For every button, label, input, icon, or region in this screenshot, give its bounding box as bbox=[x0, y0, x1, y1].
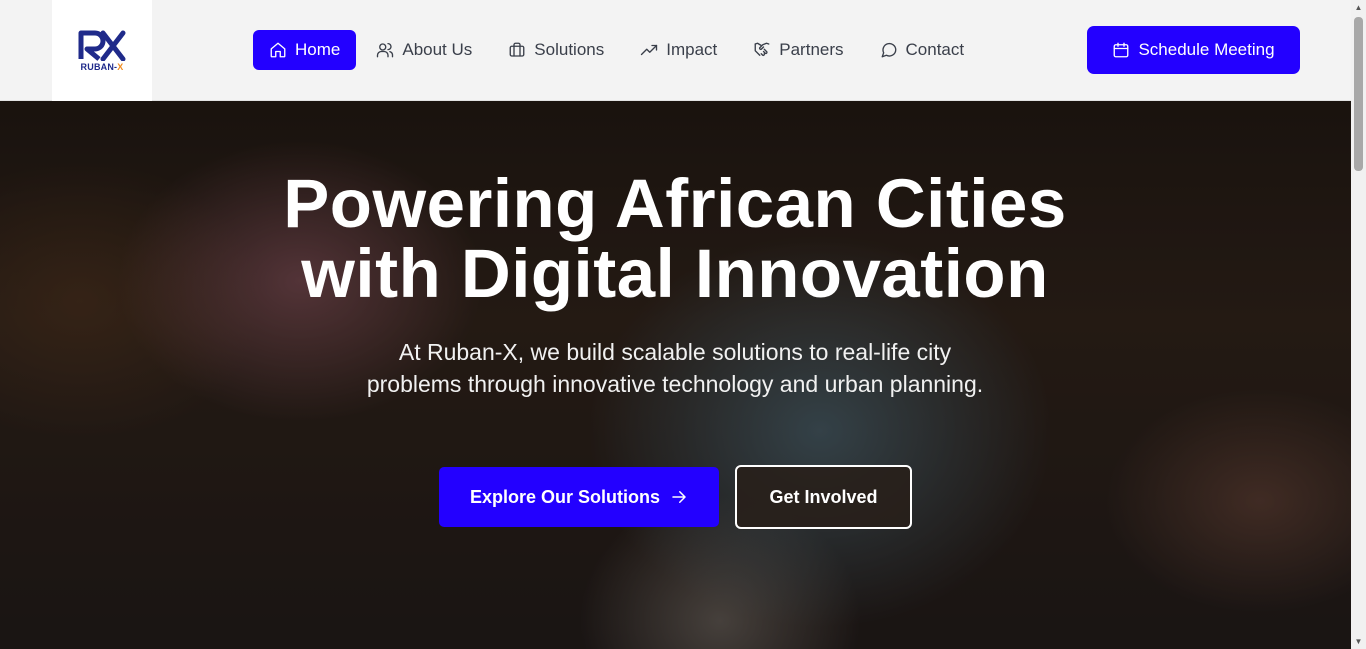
page-scrollbar[interactable]: ▲ ▼ bbox=[1351, 0, 1366, 649]
nav-item-home[interactable]: Home bbox=[253, 30, 357, 70]
logo[interactable]: RUBAN-X bbox=[52, 0, 152, 101]
scrollbar-thumb[interactable] bbox=[1354, 17, 1363, 171]
hero-subtitle: At Ruban-X, we build scalable solutions … bbox=[366, 339, 984, 397]
get-involved-label: Get Involved bbox=[769, 486, 878, 507]
nav-item-solutions[interactable]: Solutions bbox=[492, 30, 620, 70]
message-circle-icon bbox=[881, 42, 896, 58]
calendar-icon bbox=[1114, 42, 1129, 58]
hero-title-line-1: Powering African Cities bbox=[283, 165, 1067, 242]
nav-item-label: Impact bbox=[666, 40, 718, 59]
users-icon bbox=[377, 42, 394, 58]
hero-section: Powering African Cities with Digital Inn… bbox=[0, 101, 1351, 649]
main-nav: Home About Us Solutions Impact Partners … bbox=[253, 30, 984, 70]
briefcase-icon bbox=[509, 42, 525, 57]
get-involved-button[interactable]: Get Involved bbox=[735, 465, 912, 529]
home-icon bbox=[270, 42, 286, 58]
explore-solutions-button[interactable]: Explore Our Solutions bbox=[439, 467, 719, 527]
nav-item-label: Home bbox=[295, 40, 341, 59]
hero-content: Powering African Cities with Digital Inn… bbox=[0, 101, 1351, 649]
nav-item-partners[interactable]: Partners bbox=[737, 30, 859, 70]
nav-item-about-us[interactable]: About Us bbox=[360, 30, 488, 70]
nav-item-impact[interactable]: Impact bbox=[624, 30, 733, 70]
site-header: RUBAN-X Home About Us Solutions Impact P… bbox=[0, 0, 1351, 101]
schedule-meeting-button[interactable]: Schedule Meeting bbox=[1087, 26, 1300, 74]
hero-title-line-2: with Digital Innovation bbox=[301, 235, 1049, 312]
nav-item-label: About Us bbox=[402, 40, 473, 59]
trending-up-icon bbox=[641, 44, 658, 56]
logo-mark-icon bbox=[78, 30, 126, 61]
schedule-meeting-label: Schedule Meeting bbox=[1138, 40, 1275, 59]
scroll-up-arrow-icon[interactable]: ▲ bbox=[1351, 0, 1366, 15]
scroll-down-arrow-icon[interactable]: ▼ bbox=[1351, 634, 1366, 649]
logo-text: RUBAN-X bbox=[80, 62, 124, 72]
nav-item-label: Partners bbox=[779, 40, 844, 59]
nav-item-label: Contact bbox=[905, 40, 965, 59]
arrow-right-icon bbox=[672, 491, 686, 503]
nav-item-label: Solutions bbox=[534, 40, 605, 59]
nav-item-contact[interactable]: Contact bbox=[864, 30, 981, 70]
hero-title: Powering African Cities with Digital Inn… bbox=[175, 169, 1175, 309]
handshake-icon bbox=[754, 42, 770, 57]
explore-solutions-label: Explore Our Solutions bbox=[469, 486, 661, 507]
